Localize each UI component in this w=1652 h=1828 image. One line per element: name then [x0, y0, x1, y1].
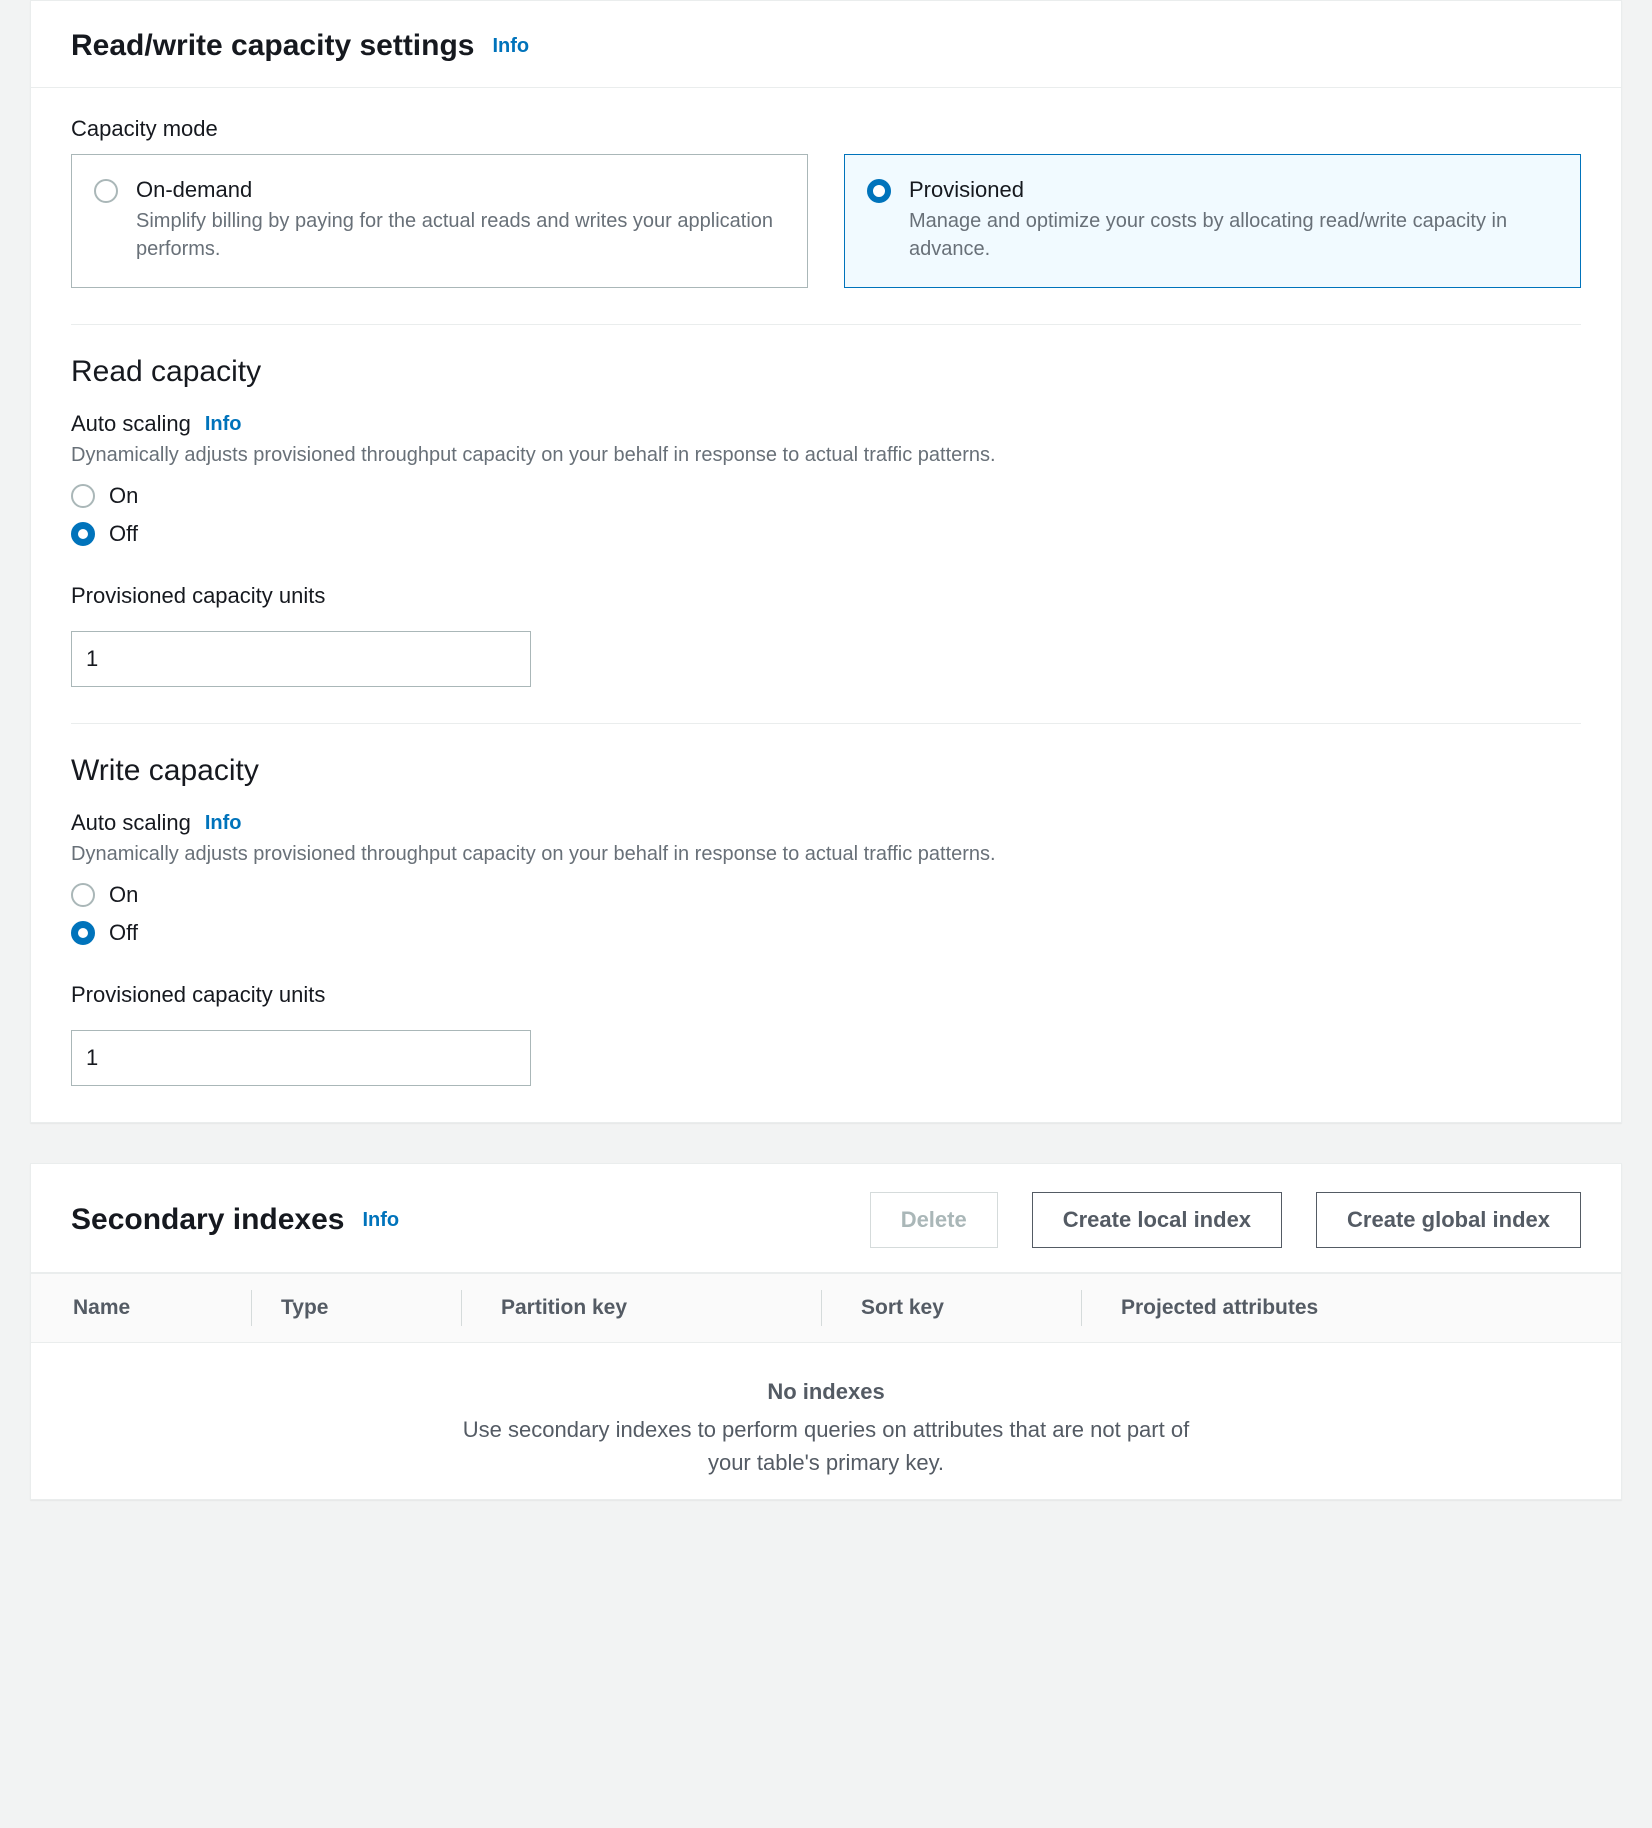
read-units-label: Provisioned capacity units [71, 583, 1581, 609]
write-autoscaling-on[interactable]: On [71, 882, 1581, 908]
create-local-index-button[interactable]: Create local index [1032, 1192, 1282, 1248]
rw-capacity-panel: Read/write capacity settings Info Capaci… [30, 0, 1622, 1123]
radio-icon [71, 921, 95, 945]
si-panel-header: Secondary indexes Info Delete Create loc… [31, 1164, 1621, 1273]
si-info-link[interactable]: Info [362, 1209, 399, 1232]
read-autoscaling-info[interactable]: Info [205, 413, 242, 436]
radio-icon [71, 883, 95, 907]
write-units-input[interactable] [71, 1030, 531, 1086]
read-autoscaling-helper: Dynamically adjusts provisioned throughp… [71, 441, 1581, 469]
write-autoscaling-radios: On Off [71, 882, 1581, 946]
radio-icon [867, 179, 891, 203]
rw-panel-body: Capacity mode On-demand Simplify billing… [31, 88, 1621, 1122]
write-autoscaling-off[interactable]: Off [71, 920, 1581, 946]
write-autoscaling-info[interactable]: Info [205, 812, 242, 835]
radio-icon [94, 179, 118, 203]
rw-panel-title: Read/write capacity settings [71, 29, 474, 63]
write-units-label: Provisioned capacity units [71, 982, 1581, 1008]
capacity-mode-label: Capacity mode [71, 116, 1581, 142]
si-panel-title: Secondary indexes [71, 1203, 344, 1237]
read-autoscaling-label: Auto scaling [71, 411, 191, 437]
col-projected-attributes[interactable]: Projected attributes [1081, 1274, 1621, 1342]
write-autoscaling-helper: Dynamically adjusts provisioned throughp… [71, 840, 1581, 868]
read-autoscaling-radios: On Off [71, 483, 1581, 547]
delete-index-button: Delete [870, 1192, 998, 1248]
col-name[interactable]: Name [31, 1274, 251, 1342]
rw-info-link[interactable]: Info [492, 35, 529, 58]
si-table-header: Name Type Partition key Sort key Project… [31, 1273, 1621, 1343]
read-autoscaling-on[interactable]: On [71, 483, 1581, 509]
capacity-mode-provisioned[interactable]: Provisioned Manage and optimize your cos… [844, 154, 1581, 288]
radio-icon [71, 484, 95, 508]
provisioned-desc: Manage and optimize your costs by alloca… [909, 207, 1556, 263]
write-capacity-heading: Write capacity [71, 754, 1581, 788]
create-global-index-button[interactable]: Create global index [1316, 1192, 1581, 1248]
si-empty-title: No indexes [51, 1379, 1601, 1405]
provisioned-title: Provisioned [909, 177, 1556, 203]
ondemand-title: On-demand [136, 177, 783, 203]
read-capacity-heading: Read capacity [71, 355, 1581, 389]
read-autoscaling-off[interactable]: Off [71, 521, 1581, 547]
si-empty-state: No indexes Use secondary indexes to perf… [31, 1343, 1621, 1499]
ondemand-desc: Simplify billing by paying for the actua… [136, 207, 783, 263]
divider [71, 324, 1581, 325]
rw-panel-header: Read/write capacity settings Info [31, 1, 1621, 88]
col-sort-key[interactable]: Sort key [821, 1274, 1081, 1342]
divider [71, 723, 1581, 724]
col-type[interactable]: Type [251, 1274, 461, 1342]
capacity-mode-options: On-demand Simplify billing by paying for… [71, 154, 1581, 288]
secondary-indexes-panel: Secondary indexes Info Delete Create loc… [30, 1163, 1622, 1500]
read-units-input[interactable] [71, 631, 531, 687]
write-autoscaling-label: Auto scaling [71, 810, 191, 836]
radio-icon [71, 522, 95, 546]
capacity-mode-ondemand[interactable]: On-demand Simplify billing by paying for… [71, 154, 808, 288]
si-empty-desc: Use secondary indexes to perform queries… [446, 1413, 1206, 1479]
col-partition-key[interactable]: Partition key [461, 1274, 821, 1342]
